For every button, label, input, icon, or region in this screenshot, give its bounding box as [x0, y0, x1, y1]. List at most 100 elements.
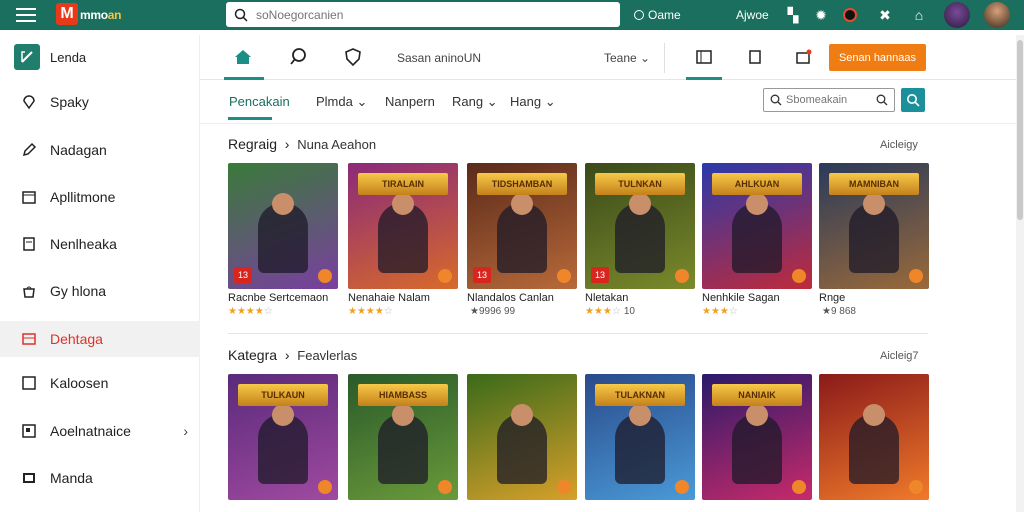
- search-icon[interactable]: [286, 45, 310, 69]
- filter-search[interactable]: [763, 88, 895, 112]
- game-card[interactable]: MAMNIBAN Rnge ★9 868: [819, 163, 929, 317]
- sidebar-item-nenlheaka[interactable]: Nenlheaka: [0, 226, 200, 262]
- sidebar-item-aoelnatnaice[interactable]: Aoelnatnaice ›: [0, 413, 200, 449]
- primary-action-button[interactable]: Senan hannaas: [829, 44, 926, 71]
- sidebar-item-gyhlona[interactable]: Gy hlona: [0, 273, 200, 309]
- gear-icon[interactable]: ✹: [812, 6, 830, 24]
- tab-rang[interactable]: Rang ⌄: [452, 94, 498, 110]
- hero-head: [863, 193, 885, 215]
- bag-icon: [20, 282, 38, 300]
- game-link[interactable]: Oame: [634, 8, 681, 22]
- sidebar-item-label: Gy hlona: [50, 283, 107, 299]
- publisher-icon: [557, 480, 571, 494]
- game-cover-image: TULAKNAN: [585, 374, 695, 500]
- tab-plmda[interactable]: Plmda ⌄: [316, 94, 367, 110]
- game-cover-image: HIAMBASS: [348, 374, 458, 500]
- sidebar-item-manda[interactable]: Manda: [0, 460, 200, 496]
- hero-head: [392, 193, 414, 215]
- hero-head: [511, 193, 533, 215]
- chart-icon[interactable]: [692, 45, 716, 69]
- game-cover-image: TIDSHAMBAN 13: [467, 163, 577, 289]
- tab-nanpern[interactable]: Nanpern: [385, 94, 435, 109]
- game-rating: ★9 868: [819, 306, 929, 317]
- search-input[interactable]: [256, 7, 596, 22]
- shield-icon[interactable]: [341, 45, 365, 69]
- sidebar-item-apllitmone[interactable]: Apllitmone: [0, 179, 200, 215]
- game-rating: ★9996 99: [467, 306, 577, 317]
- store-link[interactable]: Ajwoe: [736, 8, 769, 22]
- tab-hang[interactable]: Hang ⌄: [510, 94, 556, 110]
- sidebar-item-kaloosen[interactable]: Kaloosen: [0, 365, 200, 401]
- star-icon: ★★★: [585, 306, 612, 317]
- see-all-link[interactable]: Aicleigy: [880, 139, 918, 151]
- game-rating: ★★★★☆: [228, 306, 338, 317]
- age-rating-badge: 13: [473, 267, 491, 283]
- game-title: Racnbe Sertcemaon: [228, 292, 329, 304]
- publisher-icon: [909, 269, 923, 283]
- scrollbar-thumb[interactable]: [1017, 40, 1023, 220]
- tab-pencakain[interactable]: Pencakain: [229, 94, 290, 109]
- star-empty-icon: ☆: [611, 306, 621, 317]
- publisher-icon: [792, 269, 806, 283]
- game-rating: ★★★☆ 10: [585, 306, 695, 317]
- hero-head: [746, 193, 768, 215]
- publisher-icon: [909, 480, 923, 494]
- publisher-icon: [318, 480, 332, 494]
- publisher-icon: [557, 269, 571, 283]
- filter-search-input[interactable]: [786, 94, 876, 106]
- game-card[interactable]: 13 Racnbe Sertcemaon ★★★★☆: [228, 163, 338, 317]
- game-card[interactable]: TULAKNAN: [585, 374, 695, 500]
- game-card[interactable]: TIDSHAMBAN 13 Nlandalos Canlan ★9996 99: [467, 163, 577, 317]
- game-card[interactable]: TIRALAIN Nenahaie Nalam ★★★★☆: [348, 163, 458, 317]
- sidebar-item-nadagan[interactable]: Nadagan: [0, 132, 200, 168]
- puzzle-icon[interactable]: [791, 45, 815, 69]
- game-card[interactable]: HIAMBASS: [348, 374, 458, 500]
- power-icon[interactable]: [841, 6, 859, 24]
- game-logo-banner: AHLKUAN: [712, 173, 802, 195]
- hero-head: [272, 404, 294, 426]
- game-card[interactable]: TULNKAN 13 Nletakan ★★★☆ 10: [585, 163, 695, 317]
- star-icon: ★★★★: [348, 306, 384, 317]
- game-card[interactable]: [467, 374, 577, 500]
- menu-icon[interactable]: [16, 8, 36, 22]
- game-card[interactable]: [819, 374, 929, 500]
- chevron-right-icon: ›: [183, 423, 188, 439]
- game-card[interactable]: AHLKUAN Nenhkile Sagan ★★★☆: [702, 163, 812, 317]
- game-logo-banner: MAMNIBAN: [829, 173, 919, 195]
- game-card[interactable]: TULKAUN: [228, 374, 338, 500]
- map-pin-icon: [20, 93, 38, 111]
- sidebar-item-dehtaga[interactable]: Dehtaga: [0, 321, 200, 357]
- game-cover-image: MAMNIBAN: [819, 163, 929, 289]
- game-cover-image: [467, 374, 577, 500]
- star-empty-icon: ☆: [383, 306, 393, 317]
- grid-icon[interactable]: ▚: [784, 6, 802, 24]
- hero-head: [511, 404, 533, 426]
- picture-icon: [20, 374, 38, 392]
- bell-icon[interactable]: ⌂: [910, 6, 928, 24]
- user-avatar[interactable]: [984, 2, 1010, 28]
- sidebar-item-spaky[interactable]: Spaky: [0, 84, 200, 120]
- age-rating-badge: 13: [591, 267, 609, 283]
- game-cover-image: TULNKAN 13: [585, 163, 695, 289]
- publisher-icon: [675, 480, 689, 494]
- game-card[interactable]: NANIAIK: [702, 374, 812, 500]
- document-icon: [20, 235, 38, 253]
- secondary-nav: Sasan aninoUN Teane ⌄ Senan hannaas: [200, 35, 1016, 80]
- search-bar[interactable]: [226, 2, 620, 27]
- home-icon[interactable]: [231, 45, 255, 69]
- see-all-link[interactable]: Aicleig7: [880, 350, 919, 362]
- search-icon: [770, 94, 782, 106]
- sidebar-title: Lenda: [50, 49, 87, 65]
- bookmark-icon[interactable]: [743, 45, 767, 69]
- avatar[interactable]: [944, 2, 970, 28]
- game-cover-image: NANIAIK: [702, 374, 812, 500]
- search-icon: [876, 94, 888, 106]
- game-cover-image: TIRALAIN: [348, 163, 458, 289]
- tool-icon[interactable]: ✖: [876, 6, 894, 24]
- app-logo[interactable]: M: [56, 3, 78, 25]
- nav-dropdown[interactable]: Teane ⌄: [604, 51, 650, 65]
- list-icon: [20, 330, 38, 348]
- hero-head: [392, 404, 414, 426]
- search-button[interactable]: [901, 88, 925, 112]
- rating-text: ★9996 99: [470, 306, 516, 317]
